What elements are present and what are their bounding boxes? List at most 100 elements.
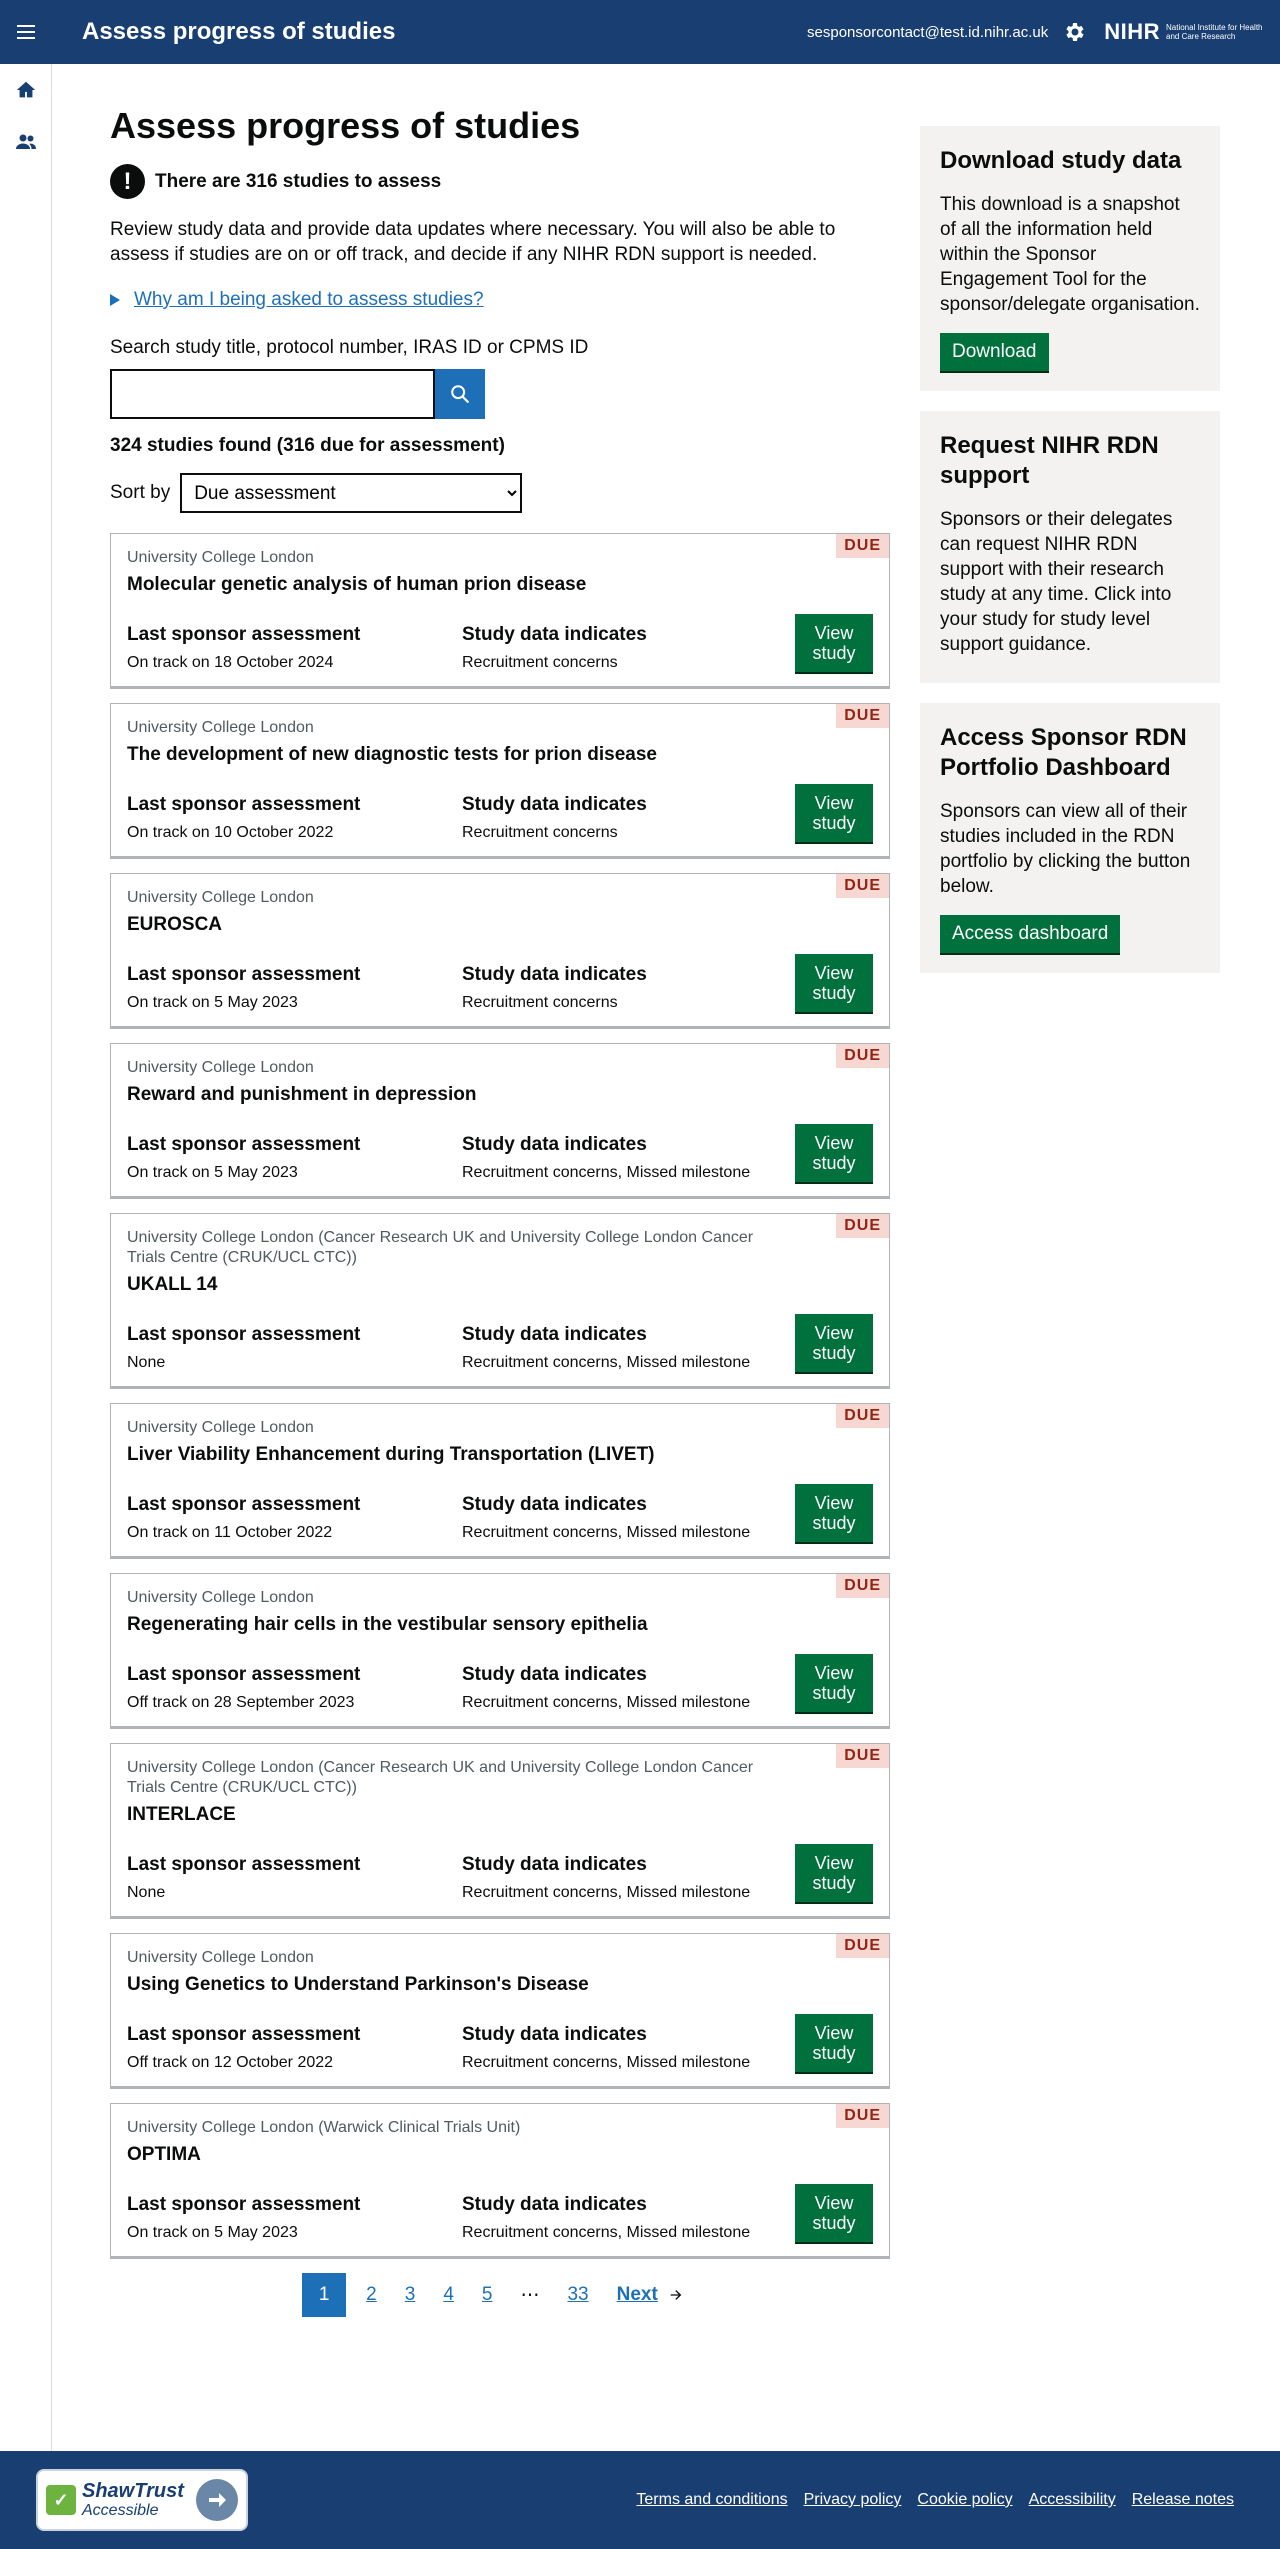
page-title: Assess progress of studies [110,105,581,146]
details-toggle[interactable]: Why am I being asked to assess studies? [110,289,890,311]
last-assessment-label: Last sponsor assessment [127,1664,361,1685]
due-badge: DUE [836,2104,889,2128]
view-study-button[interactable]: View study [795,1654,873,1712]
view-label: View [814,2193,854,2213]
study-data-label: Study data indicates [462,964,647,985]
arrow-right-icon [196,2479,238,2521]
footer-link[interactable]: Accessibility [1029,2491,1116,2509]
last-assessment-value: On track on 5 May 2023 [127,1164,298,1181]
study-label: study [812,983,856,1003]
warning-icon: ! [110,164,145,199]
page-link-last[interactable]: 33 [553,2273,602,2317]
view-label: View [814,1663,854,1683]
study-data-value: Recruitment concerns, Missed milestone [462,1524,751,1541]
study-data-label: Study data indicates [462,2194,647,2215]
download-button[interactable]: Download [940,333,1049,371]
study-card: DUE University College London Using Gene… [110,1933,890,2087]
warning-message: There are 316 studies to assess [155,170,442,192]
rail-home[interactable] [0,64,52,116]
footer-link[interactable]: Terms and conditions [636,2491,787,2509]
users-icon [16,134,36,149]
footer-link[interactable]: Privacy policy [804,2491,902,2509]
next-page-link[interactable]: Next [603,2273,698,2317]
main-content: Assess progress of studies ! There are 3… [110,64,890,2317]
study-data-value: Recruitment concerns [462,994,618,1011]
details-summary[interactable]: Why am I being asked to assess studies? [134,289,484,311]
study-organisation: University College London [127,889,314,906]
user-email: sesponsorcontact@test.id.nihr.ac.uk [807,23,1049,41]
search-input[interactable] [110,369,435,419]
view-study-button[interactable]: View study [795,1124,873,1182]
view-study-button[interactable]: View study [795,614,873,672]
home-icon [16,81,36,98]
study-card: DUE University College London (Warwick C… [110,2103,890,2257]
study-title: Liver Viability Enhancement during Trans… [127,1444,655,1465]
arrow-right-icon [670,2290,682,2300]
due-badge: DUE [836,1214,889,1238]
nihr-logo[interactable]: NIHR National Institute for Health and C… [1104,19,1266,45]
last-assessment-label: Last sponsor assessment [127,1854,361,1875]
page-link[interactable]: 2 [352,2273,391,2317]
last-assessment-value: On track on 5 May 2023 [127,994,298,1011]
last-assessment-label: Last sponsor assessment [127,624,361,645]
due-badge: DUE [836,1744,889,1768]
last-assessment-label: Last sponsor assessment [127,1324,361,1345]
view-study-button[interactable]: View study [795,784,873,842]
due-badge: DUE [836,1934,889,1958]
last-assessment-label: Last sponsor assessment [127,2194,361,2215]
footer-link[interactable]: Release notes [1132,2491,1234,2509]
search-label: Search study title, protocol number, IRA… [110,337,589,358]
page-link[interactable]: 5 [468,2273,507,2317]
page-ellipsis: ⋯ [520,2284,540,2306]
rail-users[interactable] [0,116,52,168]
page-link[interactable]: 1 [302,2273,347,2317]
search-button[interactable] [435,369,485,419]
sort-select[interactable]: Due assessment [180,473,523,513]
study-label: study [812,2043,856,2063]
due-badge: DUE [836,1044,889,1068]
gear-icon[interactable] [1062,20,1086,44]
due-badge: DUE [836,1404,889,1428]
footer-link[interactable]: Cookie policy [917,2491,1012,2509]
study-label: study [812,2213,856,2233]
study-data-value: Recruitment concerns, Missed milestone [462,1164,751,1181]
view-study-button[interactable]: View study [795,2014,873,2072]
shaw-trust-badge[interactable]: ✓ ShawTrust Accessible [36,2469,248,2531]
study-data-value: Recruitment concerns, Missed milestone [462,2224,751,2241]
view-study-button[interactable]: View study [795,1314,873,1372]
badge-line-1: ShawTrust [82,2480,184,2502]
last-assessment-value: Off track on 28 September 2023 [127,1694,355,1711]
page-link[interactable]: 4 [429,2273,468,2317]
study-organisation: University College London (Cancer Resear… [127,1759,754,1796]
last-assessment-value: On track on 18 October 2024 [127,654,334,671]
study-data-value: Recruitment concerns [462,824,618,841]
study-title: Reward and punishment in depression [127,1084,477,1105]
last-assessment-value: On track on 11 October 2022 [127,1524,333,1541]
study-card: DUE University College London Liver Viab… [110,1403,890,1557]
study-organisation: University College London (Cancer Resear… [127,1229,754,1266]
due-badge: DUE [836,874,889,898]
study-card: DUE University College London Regenerati… [110,1573,890,1727]
badge-line-2: Accessible [82,2502,159,2519]
study-card: DUE University College London (Cancer Re… [110,1743,890,1917]
view-study-button[interactable]: View study [795,2184,873,2242]
side-rail [0,64,52,2451]
app-title[interactable]: Assess progress of studies [82,18,395,46]
sidebar: Download study data This download is a s… [920,126,1220,993]
due-badge: DUE [836,534,889,558]
dashboard-title: Access Sponsor RDN Portfolio Dashboard [940,724,1187,781]
page-link[interactable]: 3 [391,2273,430,2317]
logo-text: NIHR [1104,19,1160,44]
warning-text: ! There are 316 studies to assess [110,164,890,199]
view-study-button[interactable]: View study [795,1484,873,1542]
access-dashboard-button[interactable]: Access dashboard [940,915,1121,953]
view-study-button[interactable]: View study [795,1844,873,1902]
last-assessment-label: Last sponsor assessment [127,1494,361,1515]
study-data-label: Study data indicates [462,794,647,815]
study-label: study [812,1153,856,1173]
triangle-right-icon [110,294,120,306]
study-data-value: Recruitment concerns [462,654,618,671]
study-card: DUE University College London EUROSCA La… [110,873,890,1027]
view-study-button[interactable]: View study [795,954,873,1012]
menu-icon[interactable] [0,0,52,64]
